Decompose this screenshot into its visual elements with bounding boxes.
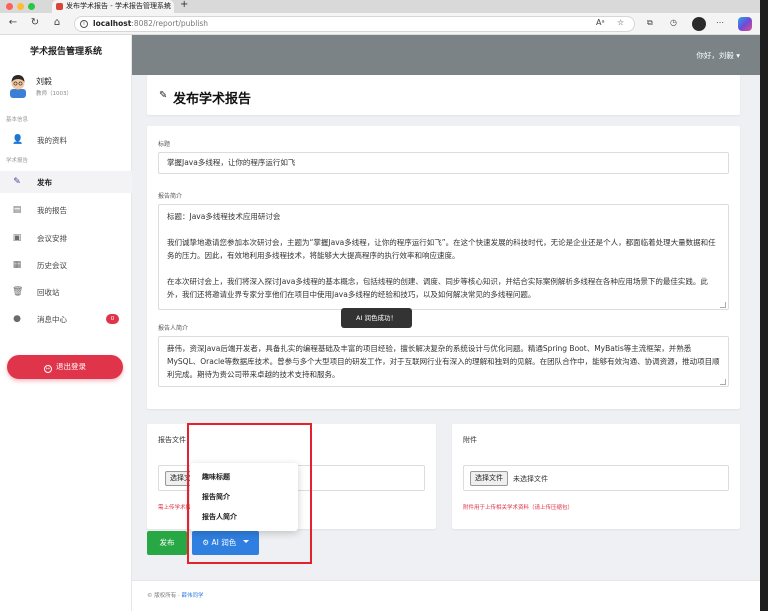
home-icon[interactable]: ⌂ (50, 17, 64, 28)
trash-icon: 🗑 (12, 287, 24, 297)
minimize-window-button[interactable] (17, 3, 24, 10)
more-menu-icon[interactable]: ⋯ (716, 18, 724, 27)
speaker-textarea[interactable]: 薛伟，资深Java后端开发者，具备扎实的编程基础及丰富的项目经验，擅长解决复杂的… (158, 336, 729, 387)
edit-icon: ✎ (13, 177, 21, 187)
abstract-paragraph: 在本次研讨会上，我们将深入探讨Java多线程的基本概念，包括线程的创建、调度、同… (167, 277, 708, 299)
attachment-hint: 附件用于上传相关学术资料（请上传压缩包） (463, 505, 574, 511)
browser-toolbar: ← ↻ ⌂ i localhost:8082/report/publish Aᵃ… (0, 13, 760, 35)
close-window-button[interactable] (6, 3, 13, 10)
profile-avatar[interactable] (692, 17, 706, 31)
logout-label: 退出登录 (56, 362, 86, 371)
extensions-icon[interactable]: ⧉ (647, 18, 653, 28)
sidebar-item-history[interactable]: ▦ 历史会议 (0, 254, 132, 276)
sidebar-item-label: 发布 (37, 178, 52, 187)
logout-button[interactable]: ↦ 退出登录 (7, 355, 123, 379)
sidebar-item-recycle-bin[interactable]: 🗑 回收站 (0, 281, 132, 303)
desktop-background (760, 0, 768, 611)
attachment-file-input[interactable]: 选择文件 未选择文件 (463, 465, 729, 491)
abstract-paragraph: 标题：Java多线程技术应用研讨会 (167, 212, 281, 221)
abstract-field-label: 报告简介 (158, 193, 183, 200)
user-icon: 👤 (12, 135, 24, 145)
footer-text: © 版权所有 · 薛伟同学 (147, 591, 204, 599)
read-aloud-icon[interactable]: Aᵃ (596, 18, 605, 27)
message-icon: ● (13, 314, 21, 324)
favorite-star-icon[interactable]: ☆ (617, 18, 624, 27)
logout-icon: ↦ (44, 365, 52, 373)
choose-file-button[interactable]: 选择文件 (470, 471, 508, 486)
page-title: 发布学术报告 (173, 92, 252, 107)
browser-titlebar: 发布学术报告 - 学术报告管理系统 ✕ + (0, 0, 760, 13)
sidebar-item-label: 我的报告 (37, 206, 67, 215)
copyright-text: © 版权所有 · (147, 593, 182, 599)
browser-tab[interactable]: 发布学术报告 - 学术报告管理系统 ✕ (52, 0, 174, 13)
publish-button[interactable]: 发布 (147, 531, 187, 555)
attachment-title: 附件 (463, 436, 477, 444)
url-host: localhost (93, 19, 132, 28)
top-header: 你好，刘毅 ▾ (132, 35, 760, 75)
tab-close-icon[interactable]: ✕ (164, 0, 170, 13)
address-bar[interactable]: i localhost:8082/report/publish (74, 16, 635, 32)
speaker-field-label: 报告人简介 (158, 325, 189, 332)
sidebar-item-profile[interactable]: 👤 我的资料 (0, 129, 132, 151)
new-tab-button[interactable]: + (180, 0, 188, 10)
resize-handle[interactable] (720, 302, 726, 308)
site-info-icon[interactable]: i (80, 20, 88, 28)
maximize-window-button[interactable] (28, 3, 35, 10)
success-toast: AI 润色成功！ (341, 308, 412, 328)
report-form-card: 标题 掌握Java多线程，让你的程序运行如飞 报告简介 标题：Java多线程技术… (147, 126, 740, 409)
user-menu-toggle[interactable]: 你好，刘毅 ▾ (696, 50, 740, 61)
sidebar-item-label: 我的资料 (37, 136, 67, 145)
page-footer: © 版权所有 · 薛伟同学 (132, 580, 760, 611)
title-input[interactable]: 掌握Java多线程，让你的程序运行如飞 (158, 152, 729, 174)
greeting-text: 你好，刘毅 (696, 51, 734, 60)
sidebar-item-label: 消息中心 (37, 315, 67, 324)
sidebar-item-label: 回收站 (37, 288, 60, 297)
page-header-card: ✎ 发布学术报告 (147, 75, 740, 115)
report-icon: ▤ (12, 205, 22, 215)
app-brand: 学术报告管理系统 (29, 47, 102, 57)
edit-icon: ✎ (159, 90, 168, 101)
chevron-down-icon: ▾ (736, 51, 740, 60)
user-avatar (10, 75, 26, 98)
sidebar: 学术报告管理系统 刘毅 教师（1003） 基本信息 👤 我的资料 学术报告 ✎ … (0, 35, 132, 611)
sidebar-item-meetings[interactable]: ▣ 会议安排 (0, 227, 132, 249)
sidebar-item-publish[interactable]: ✎ 发布 (0, 171, 132, 193)
sidebar-item-label: 会议安排 (37, 234, 67, 243)
calendar-icon: ▣ (12, 233, 22, 243)
history-clock-icon[interactable]: ◷ (670, 18, 677, 27)
speaker-bio: 薛伟，资深Java后端开发者，具备扎实的编程基础及丰富的项目经验，擅长解决复杂的… (167, 344, 720, 379)
tab-title: 发布学术报告 - 学术报告管理系统 (66, 2, 171, 10)
url-path: :8082/report/publish (131, 19, 209, 28)
resize-handle[interactable] (720, 379, 726, 385)
section-label-basic: 基本信息 (6, 117, 29, 123)
author-link[interactable]: 薛伟同学 (182, 593, 204, 599)
message-count-badge: 0 (106, 314, 119, 324)
site-favicon-icon (56, 3, 63, 10)
reload-icon[interactable]: ↻ (28, 17, 42, 28)
screen: 发布学术报告 - 学术报告管理系统 ✕ + ← ↻ ⌂ i localhost:… (0, 0, 768, 611)
sidebar-item-messages[interactable]: ● 消息中心 0 (0, 308, 132, 330)
attachment-card: 附件 选择文件 未选择文件 附件用于上传相关学术资料（请上传压缩包） (452, 424, 740, 529)
history-icon: ▦ (12, 260, 22, 270)
user-name: 刘毅 (36, 77, 52, 86)
title-field-label: 标题 (158, 141, 171, 148)
copilot-icon[interactable] (738, 17, 752, 31)
file-status: 未选择文件 (513, 475, 548, 483)
abstract-textarea[interactable]: 标题：Java多线程技术应用研讨会 我们诚挚地邀请您参加本次研讨会，主题为“掌握… (158, 204, 729, 310)
report-file-title: 报告文件 (158, 436, 186, 444)
abstract-paragraph: 我们诚挚地邀请您参加本次研讨会，主题为“掌握Java多线程，让你的程序运行如飞”… (167, 238, 716, 260)
section-label-reports: 学术报告 (6, 158, 29, 164)
sidebar-item-my-reports[interactable]: ▤ 我的报告 (0, 199, 132, 221)
highlight-box (187, 423, 312, 564)
page-viewport: 学术报告管理系统 刘毅 教师（1003） 基本信息 👤 我的资料 学术报告 ✎ … (0, 35, 760, 611)
sidebar-item-label: 历史会议 (37, 261, 67, 270)
user-role: 教师（1003） (36, 91, 72, 97)
back-arrow-icon[interactable]: ← (6, 17, 20, 28)
